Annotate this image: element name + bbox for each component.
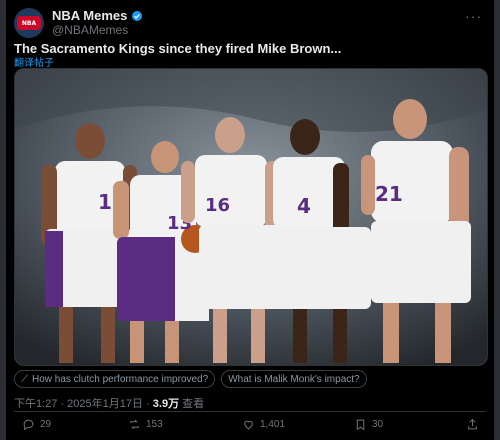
verified-badge-icon [132, 10, 143, 21]
jersey-number-5: 21 [375, 182, 403, 206]
share-button[interactable] [466, 418, 479, 431]
share-icon [468, 418, 477, 430]
suggestion-label: How has clutch performance improved? [32, 373, 209, 385]
suggestion-chip-clutch[interactable]: ⟋ How has clutch performance improved? [14, 370, 216, 388]
jersey-number-3: 16 [205, 195, 230, 216]
left-scroll-gutter [0, 0, 6, 440]
like-button[interactable]: 1,401 [242, 418, 285, 431]
bookmark-icon [356, 419, 365, 431]
jersey-number-4: 4 [297, 194, 311, 218]
tweet-media-photo[interactable]: 1 13 16 4 21 [14, 68, 488, 366]
repost-count: 153 [146, 419, 163, 430]
heart-icon [244, 420, 253, 430]
action-bar: 29 153 1,401 30 [14, 418, 486, 436]
name-row: NBA Memes [52, 8, 143, 23]
tweet-detail: NBA NBA Memes @NBAMemes ··· The Sacramen… [0, 0, 500, 440]
team-photo: 1 13 16 4 21 [15, 69, 487, 365]
suggestion-label: What is Malik Monk's impact? [228, 373, 360, 385]
translate-post-link[interactable]: 翻译帖子 [14, 54, 54, 69]
right-scroll-gutter [494, 0, 500, 440]
reply-count: 29 [40, 419, 52, 430]
reply-button[interactable]: 29 [22, 418, 51, 431]
repost-icon [130, 419, 139, 430]
tweet-meta: 下午1:27 · 2025年1月17日 · 3.9万 查看 [14, 395, 204, 411]
grok-icon: ⟋ [21, 373, 28, 385]
nba-logo-icon: NBA [17, 16, 41, 30]
divider [14, 411, 486, 412]
user-handle[interactable]: @NBAMemes [52, 23, 128, 37]
repost-button[interactable]: 153 [128, 418, 163, 431]
avatar[interactable]: NBA [14, 8, 44, 38]
display-name[interactable]: NBA Memes [52, 8, 127, 23]
views-label: 查看 [179, 398, 205, 410]
views-count: 3.9万 [152, 398, 180, 410]
timestamp[interactable]: 下午1:27 · 2025年1月17日 · [14, 398, 153, 410]
tweet-header: NBA NBA Memes @NBAMemes ··· [14, 8, 484, 38]
bookmark-button[interactable]: 30 [354, 418, 383, 431]
more-options-icon[interactable]: ··· [465, 8, 482, 24]
jersey-number-1: 1 [98, 190, 112, 214]
suggestion-chip-monk[interactable]: What is Malik Monk's impact? [221, 370, 367, 388]
like-count: 1,401 [260, 419, 286, 430]
reply-icon [23, 419, 34, 431]
grok-suggestions: ⟋ How has clutch performance improved? W… [14, 370, 486, 388]
bookmark-count: 30 [372, 419, 384, 430]
tweet-text: The Sacramento Kings since they fired Mi… [14, 41, 342, 56]
